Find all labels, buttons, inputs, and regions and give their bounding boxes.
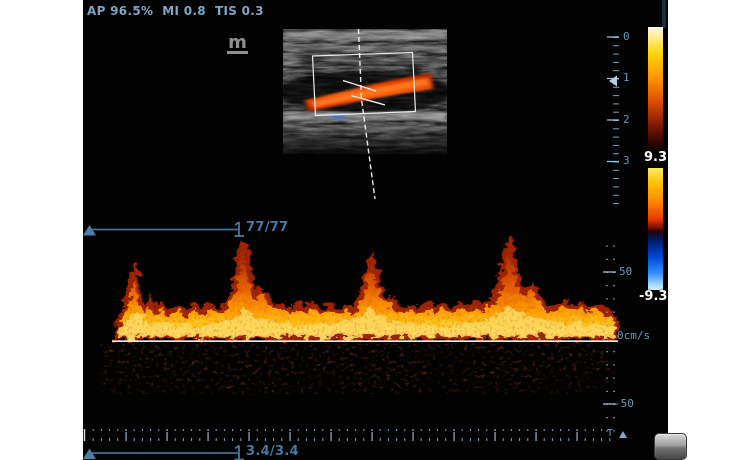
clip-thumbnail-button[interactable] xyxy=(654,433,687,460)
mirror-artifact xyxy=(100,344,615,397)
sweep-marker-label: T xyxy=(607,429,613,439)
depth-label-0: 0 xyxy=(623,31,630,42)
velocity-label-neg: -50 xyxy=(614,398,634,409)
sweep-position-icon xyxy=(619,431,627,438)
bmode-image xyxy=(277,29,453,154)
frame-counter: 77/77 xyxy=(246,221,288,234)
ultrasound-screen: AP 96.5% MI 0.8 TIS 0.3 m 0 1 2 3 9.3 -9.3… xyxy=(0,0,750,460)
time-ruler-ticks xyxy=(85,429,615,441)
mi-value: MI 0.8 xyxy=(162,4,206,18)
velocity-baseline-label: 0cm/s xyxy=(617,330,650,341)
tis-value: TIS 0.3 xyxy=(215,4,264,18)
depth-label-1: 1 xyxy=(623,72,630,83)
vendor-logo: m xyxy=(227,36,248,54)
time-counter: 3.4/3.4 xyxy=(246,445,299,458)
velocity-label-pos: 50 xyxy=(619,266,632,277)
color-scale-max: 9.3 xyxy=(644,151,667,164)
acoustic-output-readout: AP 96.5% MI 0.8 TIS 0.3 xyxy=(87,5,273,17)
pw-gain-colorbar xyxy=(648,27,663,150)
color-doppler-colorbar xyxy=(648,168,663,290)
depth-label-2: 2 xyxy=(623,114,630,125)
ap-value: AP 96.5% xyxy=(87,4,153,18)
color-scale-min: -9.3 xyxy=(639,290,667,303)
depth-label-3: 3 xyxy=(623,155,630,166)
edge-strip xyxy=(662,0,666,28)
display-graphics xyxy=(0,0,750,460)
spectral-baseline[interactable] xyxy=(112,340,618,342)
